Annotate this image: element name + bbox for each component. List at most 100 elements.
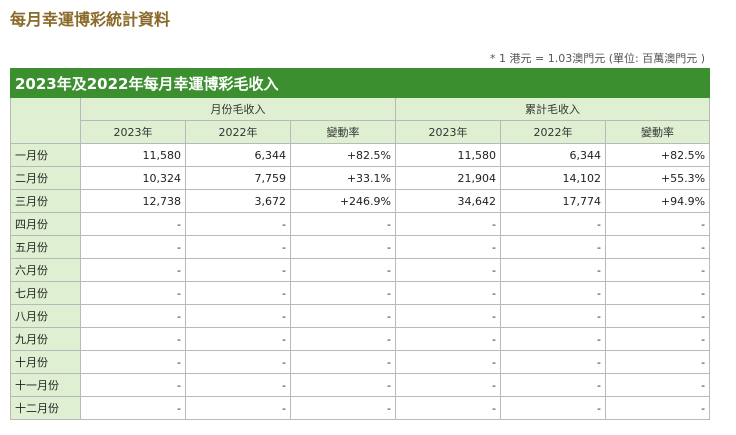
value-cell: - [500,258,606,282]
value-cell: - [185,235,291,259]
table-row: 九月份 - - - - - - [10,327,711,351]
subheader-monthly-2023: 2023年 [80,120,186,144]
table-row: 二月份 10,324 7,759 +33.1% 21,904 14,102 +55.3% [10,166,711,190]
page-title: 每月幸運博彩統計資料 [10,10,171,29]
value-cell: +82.5% [604,143,711,167]
value-cell: - [80,396,186,420]
month-label: 三月份 [10,189,81,213]
value-cell: - [500,396,606,420]
month-label: 六月份 [10,258,81,282]
value-cell: - [500,212,606,236]
value-cell: - [395,350,501,374]
value-cell: - [80,373,186,397]
table-row: 五月份 - - - - - - [10,235,711,259]
value-cell: 7,759 [185,166,291,190]
month-header-blank [10,97,81,144]
value-cell: - [290,304,396,328]
value-cell: - [604,350,711,374]
value-cell: - [395,304,501,328]
value-cell: 6,344 [500,143,606,167]
group-header-cumulative: 累計毛收入 [394,97,711,121]
value-cell: - [185,304,291,328]
value-cell: - [290,212,396,236]
month-label: 九月份 [10,327,81,351]
value-cell: +94.9% [604,189,711,213]
value-cell: 21,904 [395,166,501,190]
value-cell: - [604,258,711,282]
value-cell: - [185,212,291,236]
value-cell: - [604,396,711,420]
value-cell: - [80,281,186,305]
value-cell: 6,344 [185,143,291,167]
value-cell: - [290,350,396,374]
table-row: 十一月份 - - - - - - [10,373,711,397]
month-label: 一月份 [10,143,81,167]
value-cell: +55.3% [604,166,711,190]
value-cell: - [500,235,606,259]
month-label: 二月份 [10,166,81,190]
subheader-cumulative-change: 變動率 [604,120,711,144]
value-cell: - [185,258,291,282]
value-cell: - [290,258,396,282]
value-cell: - [500,327,606,351]
subheader-monthly-2022: 2022年 [185,120,291,144]
value-cell: - [80,258,186,282]
table-row: 八月份 - - - - - - [10,304,711,328]
value-cell: - [290,281,396,305]
value-cell: 14,102 [500,166,606,190]
value-cell: - [395,258,501,282]
subheader-cumulative-2023: 2023年 [395,120,501,144]
month-label: 四月份 [10,212,81,236]
value-cell: - [80,212,186,236]
table-row: 六月份 - - - - - - [10,258,711,282]
table-row: 十二月份 - - - - - - [10,396,711,420]
month-label: 五月份 [10,235,81,259]
value-cell: - [185,327,291,351]
value-cell: - [395,373,501,397]
value-cell: +246.9% [290,189,396,213]
value-cell: 34,642 [395,189,501,213]
value-cell: +82.5% [290,143,396,167]
value-cell: - [395,396,501,420]
table-caption: 2023年及2022年每月幸運博彩毛收入 [9,68,711,98]
table-row: 七月份 - - - - - - [10,281,711,305]
value-cell: - [604,212,711,236]
value-cell: - [395,281,501,305]
value-cell: - [395,327,501,351]
value-cell: - [290,396,396,420]
table-row: 三月份 12,738 3,672 +246.9% 34,642 17,774 +94.9% [10,189,711,213]
value-cell: - [290,327,396,351]
value-cell: 11,580 [80,143,186,167]
currency-note: * 1 港元 = 1.03澳門元 (單位: 百萬澳門元 ) [490,52,705,65]
value-cell: - [185,373,291,397]
value-cell: 12,738 [80,189,186,213]
month-label: 十二月份 [10,396,81,420]
table-row: 十月份 - - - - - - [10,350,711,374]
value-cell: - [290,235,396,259]
value-cell: - [500,373,606,397]
value-cell: - [604,281,711,305]
value-cell: - [395,235,501,259]
subheader-monthly-change: 變動率 [290,120,396,144]
value-cell: 11,580 [395,143,501,167]
value-cell: - [500,350,606,374]
value-cell: - [185,350,291,374]
revenue-table: 2023年及2022年每月幸運博彩毛收入 月份毛收入 累計毛收入 2023年 2… [9,68,711,420]
value-cell: 10,324 [80,166,186,190]
month-label: 八月份 [10,304,81,328]
value-cell: - [604,304,711,328]
value-cell: - [500,281,606,305]
table-row: 一月份 11,580 6,344 +82.5% 11,580 6,344 +82.5% [10,143,711,167]
value-cell: +33.1% [290,166,396,190]
month-label: 七月份 [10,281,81,305]
value-cell: - [80,327,186,351]
value-cell: - [185,281,291,305]
subheader-cumulative-2022: 2022年 [500,120,606,144]
value-cell: 3,672 [185,189,291,213]
value-cell: - [80,304,186,328]
value-cell: - [185,396,291,420]
month-label: 十月份 [10,350,81,374]
month-label: 十一月份 [10,373,81,397]
value-cell: - [290,373,396,397]
value-cell: - [604,327,711,351]
